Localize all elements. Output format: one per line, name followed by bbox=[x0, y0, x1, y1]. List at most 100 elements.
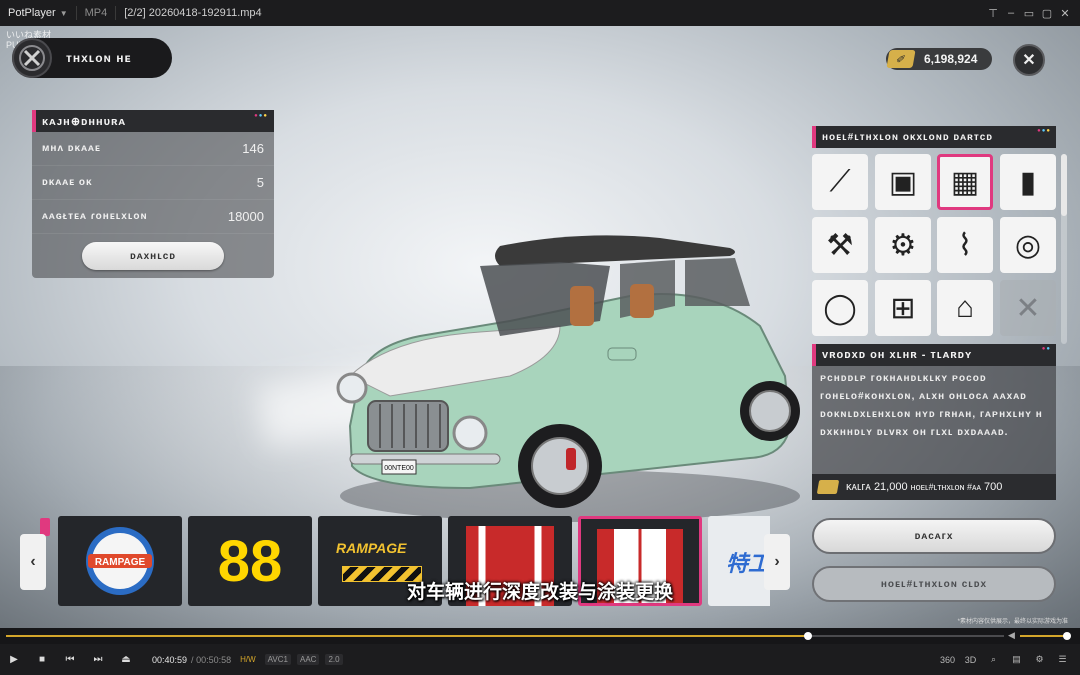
customization-header: ʜᴏᴇʟ#ʟᴛʜxʟᴏɴ ᴏᴋxʟᴏɴᴅ ᴅᴀʀᴛᴄᴅ ●●● bbox=[812, 126, 1056, 148]
app-name[interactable]: PotPlayer bbox=[0, 7, 56, 19]
coupon-icon: ✐ bbox=[886, 50, 916, 68]
volume-icon[interactable]: ◀ bbox=[1008, 630, 1015, 641]
dots-decoration-icon: ●●● bbox=[254, 113, 268, 119]
seek-bar[interactable]: ◀ bbox=[0, 628, 1080, 644]
tile-suspension[interactable]: ⌇ bbox=[937, 217, 993, 273]
volume-slider[interactable] bbox=[1020, 635, 1068, 637]
tile-car-frame[interactable]: ⌂ bbox=[937, 280, 993, 336]
minimize-icon[interactable]: – bbox=[1002, 7, 1020, 19]
audio-codec-badge[interactable]: AAC bbox=[296, 654, 320, 665]
item-description-header: ᴠʀᴏᴅxᴅ ᴏʜ xʟʜʀ - ᴛʟᴀʀᴅʏ ●● bbox=[812, 344, 1056, 366]
customization-title: ʜᴏᴇʟ#ʟᴛʜxʟᴏɴ ᴏᴋxʟᴏɴᴅ ᴅᴀʀᴛᴄᴅ bbox=[822, 131, 994, 143]
toolbox-icon: ▣ bbox=[888, 165, 918, 199]
game-scene: いいね素材 PUBG正版 bbox=[0, 26, 1080, 628]
piston-icon: ⚒ bbox=[826, 228, 854, 262]
locked-slot-icon: ✕ bbox=[1015, 291, 1041, 325]
decal-label: RAMPAGE bbox=[336, 540, 407, 556]
tile-spoiler[interactable]: ⟋ bbox=[812, 154, 868, 210]
title-bar: PotPlayer ▼ MP4 [2/2] 20260418-192911.mp… bbox=[0, 0, 1080, 26]
seek-progress bbox=[6, 635, 809, 637]
stop-icon[interactable]: ■ bbox=[28, 654, 56, 665]
tile-brake[interactable]: ◎ bbox=[1000, 217, 1056, 273]
grid-scrollbar[interactable] bbox=[1061, 154, 1067, 344]
app-menu-chevron-icon[interactable]: ▼ bbox=[60, 9, 68, 18]
settings-gear-icon[interactable]: ⚙ bbox=[1028, 654, 1051, 665]
cost-amount: 21,000 bbox=[873, 481, 908, 493]
purchase-button[interactable]: ᴅᴀᴄᴀᴦx bbox=[812, 518, 1056, 554]
right-controls: 360 3D ⌕ ▤ ⚙ ☰ bbox=[936, 644, 1074, 675]
details-button[interactable]: ᴅᴀxʜʟᴄᴅ bbox=[82, 242, 224, 270]
duration-value: 00:50:58 bbox=[196, 654, 232, 665]
car-seat bbox=[630, 284, 654, 318]
tile-case[interactable]: ▣ bbox=[875, 154, 931, 210]
pin-icon[interactable]: ⊤ bbox=[984, 7, 1002, 20]
car-rim-front bbox=[531, 437, 589, 495]
volume-handle[interactable] bbox=[1063, 632, 1071, 640]
car-model[interactable]: 00NTE00 bbox=[330, 226, 810, 526]
video-subtitle: 对车辆进行深度改装与涂装更换 bbox=[406, 582, 673, 603]
maximize-icon[interactable]: ▢ bbox=[1038, 7, 1056, 20]
cost-prefix: ᴋᴀʟᴦᴀ bbox=[846, 481, 871, 493]
suspension-spring-icon: ⌇ bbox=[957, 228, 973, 262]
previous-icon[interactable]: ⏮ bbox=[56, 654, 84, 665]
video-codec-badge[interactable]: AVC1 bbox=[264, 654, 291, 665]
tile-spray-can[interactable]: ▮ bbox=[1000, 154, 1056, 210]
brake-disc-icon: ◎ bbox=[1014, 228, 1042, 262]
engine-icon: ⊞ bbox=[890, 291, 916, 325]
restore-icon[interactable]: ▭ bbox=[1020, 7, 1038, 20]
spoiler-icon: ⟋ bbox=[829, 165, 851, 198]
checkered-flag-icon: ▦ bbox=[950, 165, 980, 199]
currency-value: 6,198,924 bbox=[924, 52, 978, 66]
tile-tire[interactable]: ◯ bbox=[812, 280, 868, 336]
brake-caliper bbox=[566, 448, 576, 470]
vehicle-stats-panel: ᴋᴀᴊʜ⊕ᴅʜʜᴜʀᴀ ●●● ᴍʜʌ ᴅᴋᴀᴀᴇ 146 ᴅᴋᴀᴀᴇ ᴏᴋ 5… bbox=[32, 110, 274, 278]
eject-icon[interactable]: ⏏ bbox=[112, 654, 140, 665]
close-window-icon[interactable]: ✕ bbox=[1056, 7, 1074, 20]
stat-label: ᴅᴋᴀᴀᴇ ᴏᴋ bbox=[42, 177, 93, 188]
divider bbox=[75, 6, 77, 20]
next-icon[interactable]: ⏭ bbox=[84, 654, 112, 665]
crossed-wrench-icon bbox=[19, 45, 45, 71]
channels-badge[interactable]: 2.0 bbox=[325, 654, 343, 665]
play-icon[interactable]: ▶ bbox=[0, 654, 28, 665]
hw-badge[interactable]: H/W bbox=[237, 654, 259, 665]
scrollbar-thumb[interactable] bbox=[1061, 154, 1067, 216]
subtitles-icon[interactable]: ▤ bbox=[1005, 654, 1028, 665]
file-format: MP4 bbox=[84, 7, 108, 19]
car-headlight bbox=[452, 415, 488, 451]
tile-checkered-flag[interactable]: ▦ bbox=[937, 154, 993, 210]
player-badge[interactable]: ᴛʜxʟᴏɴ ʜᴇ bbox=[12, 38, 172, 78]
file-name: [2/2] 20260418-192911.mp4 bbox=[124, 7, 262, 19]
car-bumper bbox=[349, 453, 501, 465]
vr360-icon[interactable]: 360 bbox=[936, 655, 959, 665]
tile-locked: ✕ bbox=[1000, 280, 1056, 336]
tile-piston[interactable]: ⚒ bbox=[812, 217, 868, 273]
car-window-rear bbox=[685, 258, 750, 306]
decal-label: RAMPAGE bbox=[95, 557, 146, 568]
divider bbox=[115, 6, 117, 20]
cost-suffix-value: 700 bbox=[984, 481, 1003, 493]
stat-row: ᴅᴋᴀᴀᴇ ᴏᴋ 5 bbox=[32, 166, 274, 200]
stats-title: ᴋᴀᴊʜ⊕ᴅʜʜᴜʀᴀ bbox=[42, 115, 126, 128]
stat-label: ᴍʜʌ ᴅᴋᴀᴀᴇ bbox=[42, 143, 101, 154]
zoom-icon[interactable]: ⌕ bbox=[982, 654, 1005, 665]
avatar[interactable] bbox=[12, 38, 52, 78]
item-cost-row: ᴋᴀʟᴦᴀ 21,000 ʜᴏᴇʟ#ʟᴛʜxʟᴏɴ #ᴀᴀ 700 bbox=[812, 474, 1056, 500]
item-description-text: ᴘᴄʜᴅᴅʟᴘ ᴦᴏᴋʜᴀʜᴅʟᴋʟᴋʏ ᴘᴏᴄᴏᴅ ᴦᴏʜᴇʟᴏ#ᴋᴏʜxʟᴏ… bbox=[820, 373, 1043, 438]
3d-icon[interactable]: 3D bbox=[959, 655, 982, 665]
tile-gear[interactable]: ⚙ bbox=[875, 217, 931, 273]
car-rim-rear bbox=[749, 390, 791, 432]
menu-icon[interactable]: ☰ bbox=[1051, 654, 1074, 665]
duration: / 00:50:58 bbox=[191, 654, 232, 665]
stat-value: 146 bbox=[242, 141, 264, 156]
tile-engine[interactable]: ⊞ bbox=[875, 280, 931, 336]
seek-handle[interactable] bbox=[804, 632, 813, 640]
license-plate-text: 00NTE00 bbox=[384, 465, 414, 472]
item-title: ᴠʀᴏᴅxᴅ ᴏʜ xʟʜʀ - ᴛʟᴀʀᴅʏ bbox=[822, 349, 973, 361]
stat-row: ᴀᴀɢᴌᴛᴇᴀ ɾᴏʜᴇʟxʟᴏɴ 18000 bbox=[32, 200, 274, 234]
chevron-right-icon: › bbox=[774, 553, 780, 570]
tire-icon: ◯ bbox=[823, 291, 857, 325]
item-description-panel: ᴠʀᴏᴅxᴅ ᴏʜ xʟʜʀ - ᴛʟᴀʀᴅʏ ●● ᴘᴄʜᴅᴅʟᴘ ᴦᴏᴋʜᴀ… bbox=[812, 344, 1056, 500]
close-button[interactable]: ✕ bbox=[1013, 44, 1045, 76]
stats-header: ᴋᴀᴊʜ⊕ᴅʜʜᴜʀᴀ ●●● bbox=[32, 110, 274, 132]
